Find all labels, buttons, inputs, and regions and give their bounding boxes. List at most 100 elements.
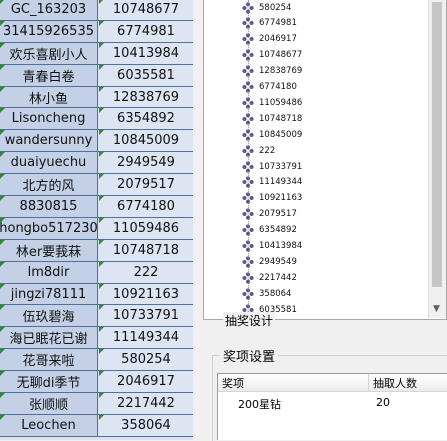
lottery-panel: 580254 6774981 2046917 10748677 12838769 6774… [193, 0, 447, 441]
name-cell-text: 欢乐喜剧小人 [9, 47, 88, 63]
name-cell-text: jingzi78111 [10, 286, 87, 302]
name-cell[interactable]: Leochen [0, 414, 98, 436]
scroll-down-arrow-icon[interactable]: ▼ [433, 305, 440, 314]
name-cell[interactable]: 林er要莪菻 [0, 239, 98, 261]
tree-item[interactable]: 6354892 [242, 223, 297, 238]
comment-marker-icon [99, 305, 104, 311]
tree-item[interactable]: 10845009 [242, 127, 302, 142]
comment-marker-icon [99, 196, 104, 202]
tree-item[interactable]: 11149344 [242, 175, 302, 190]
prize-count-cell[interactable]: 20 [376, 396, 390, 409]
tree-item[interactable]: 6774180 [242, 80, 297, 95]
name-cell[interactable]: 31415926535 [0, 20, 98, 42]
prize-table[interactable]: 奖项 抽取人数 200星钻 20 [217, 373, 447, 440]
tree-item[interactable]: 2949549 [242, 254, 297, 269]
comment-marker-icon [0, 261, 5, 267]
name-cell[interactable]: GC_163203 [0, 0, 98, 20]
tree-item[interactable]: 2046917 [242, 32, 297, 47]
sheet-row: 伍玖碧海 10733791 [0, 305, 193, 328]
tree-vertical-scrollbar[interactable]: ▼ [428, 0, 446, 318]
tree-item[interactable]: 222 [242, 143, 275, 158]
name-cell[interactable]: Lisoncheng [0, 108, 98, 130]
name-cell[interactable]: 青春白卷 [0, 64, 98, 86]
tree-item[interactable]: 10921163 [242, 191, 302, 206]
value-cell[interactable]: 6774981 [99, 20, 193, 42]
comment-marker-icon [99, 217, 104, 223]
value-cell[interactable]: 11059486 [99, 217, 193, 239]
sheet-row: hongbo517230 11059486 [0, 217, 193, 240]
name-cell[interactable]: 北方的风 [0, 174, 98, 196]
value-cell[interactable]: 11149344 [99, 327, 193, 349]
value-cell[interactable]: 358064 [99, 414, 193, 436]
value-cell[interactable]: 10413984 [99, 42, 193, 64]
value-cell[interactable]: 6354892 [99, 108, 193, 130]
tree-item[interactable]: 10413984 [242, 239, 302, 254]
tree-item[interactable]: 10748677 [242, 48, 302, 63]
value-cell[interactable]: 10845009 [99, 130, 193, 152]
comment-marker-icon [0, 0, 5, 4]
tree-item[interactable]: 12838769 [242, 64, 302, 79]
name-cell[interactable]: 海已眠花已谢 [0, 327, 98, 349]
prize-item-cell[interactable]: 200星钻 [238, 396, 281, 412]
tree-item-label: 6354892 [259, 225, 297, 236]
value-cell-text: 10413984 [112, 45, 180, 61]
tree-item-label: 6774180 [259, 82, 297, 92]
comment-marker-icon [0, 217, 5, 223]
tree-item-label: 2079517 [259, 209, 297, 220]
value-cell[interactable]: 2079517 [99, 174, 193, 196]
tree-item[interactable]: 2079517 [242, 207, 297, 222]
sheet-row: 青春白卷 6035581 [0, 64, 193, 87]
tree-item-label: 2046917 [259, 34, 297, 45]
value-cell-text: 11059486 [112, 220, 180, 236]
tree-item-label: 358064 [259, 288, 292, 299]
value-cell[interactable]: 6774180 [99, 196, 193, 217]
value-cell[interactable]: 10733791 [99, 305, 193, 327]
name-cell-text: 31415926535 [3, 23, 94, 39]
value-cell[interactable]: 10748718 [99, 239, 193, 261]
name-cell[interactable]: hongbo517230 [0, 217, 98, 239]
name-cell[interactable]: jingzi78111 [0, 283, 98, 305]
tree-item[interactable]: 580254 [242, 0, 291, 15]
name-cell[interactable]: 欢乐喜剧小人 [0, 42, 98, 64]
tree-item[interactable]: 11059486 [242, 95, 302, 110]
name-cell[interactable]: 林小鱼 [0, 86, 98, 108]
comment-marker-icon [99, 0, 104, 4]
spreadsheet-rows: GC_163203 10748677 31415926535 6774981 欢乐喜剧小… [0, 0, 193, 437]
sheet-row: Leochen 358064 [0, 414, 193, 437]
tree-item[interactable]: 2217442 [242, 270, 297, 285]
name-cell[interactable]: 伍玖碧海 [0, 305, 98, 327]
value-cell[interactable]: 10748677 [99, 0, 193, 20]
value-cell[interactable]: 2046917 [99, 371, 193, 393]
value-cell-text: 6774180 [117, 198, 175, 214]
comment-marker-icon [0, 42, 5, 48]
tree-item[interactable]: 358064 [242, 286, 291, 301]
name-cell[interactable]: 8830815 [0, 196, 98, 217]
value-cell[interactable]: 12838769 [99, 86, 193, 108]
value-cell[interactable]: 222 [99, 261, 193, 283]
sheet-row: 海已眠花已谢 11149344 [0, 327, 193, 350]
tree-item[interactable]: 10733791 [242, 159, 302, 174]
value-cell[interactable]: 2949549 [99, 152, 193, 174]
value-cell[interactable]: 580254 [99, 349, 193, 371]
name-cell[interactable]: 花哥来啦 [0, 349, 98, 371]
participant-tree[interactable]: 580254 6774981 2046917 10748677 12838769 6774… [203, 0, 447, 320]
comment-marker-icon [0, 130, 5, 136]
value-cell[interactable]: 6035581 [99, 64, 193, 86]
scrollbar-thumb[interactable] [432, 2, 442, 287]
name-cell[interactable]: duaiyuechu [0, 152, 98, 174]
name-cell[interactable]: 无聊di季节 [0, 371, 98, 393]
value-cell-text: 2949549 [117, 155, 175, 171]
column-header-count[interactable]: 抽取人数 [369, 374, 447, 392]
name-cell[interactable]: wandersunny [0, 130, 98, 152]
column-header-prize[interactable]: 奖项 [218, 374, 369, 392]
name-cell[interactable]: 张顺顺 [0, 393, 98, 414]
value-cell[interactable]: 10921163 [99, 283, 193, 305]
value-cell[interactable]: 2217442 [99, 393, 193, 414]
tree-item-label: 6774981 [259, 18, 297, 29]
lottery-settings-label: 抽奖设计 [223, 312, 276, 329]
name-cell[interactable]: lm8dir [0, 261, 98, 283]
tree-item[interactable]: 10748718 [242, 111, 302, 126]
comment-marker-icon [99, 152, 104, 158]
tree-node-icon [242, 224, 259, 236]
tree-item[interactable]: 6774981 [242, 16, 297, 31]
